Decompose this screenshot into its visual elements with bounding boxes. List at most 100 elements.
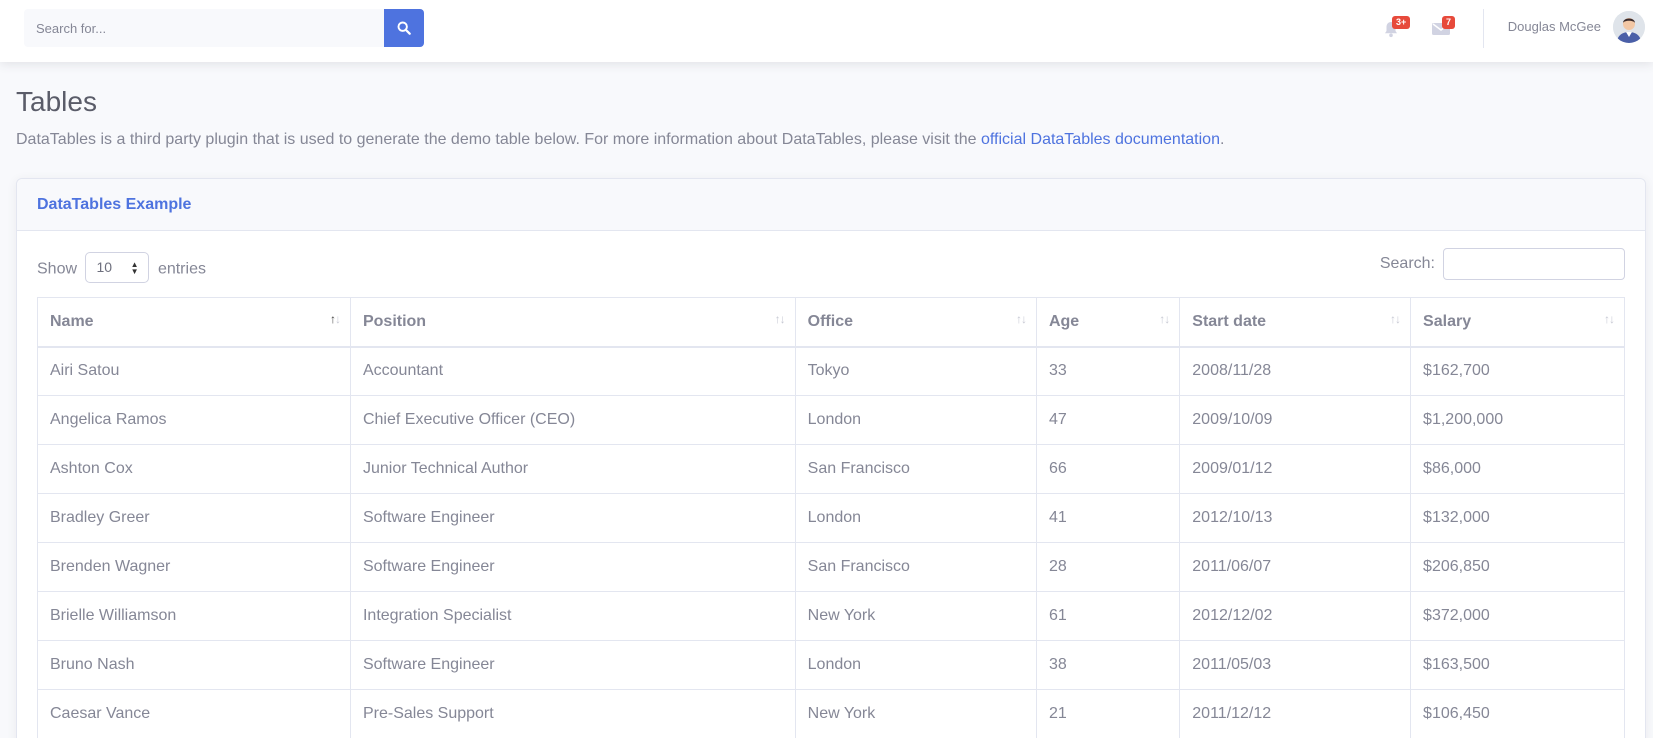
show-label: Show	[37, 260, 78, 278]
entries-label: entries	[157, 260, 206, 278]
table-cell: 2011/06/07	[1179, 542, 1412, 592]
table-cell: San Francisco	[794, 542, 1037, 592]
description-suffix: .	[1219, 131, 1225, 148]
alerts-badge: 3+	[1392, 16, 1411, 29]
table-cell: Software Engineer	[349, 640, 796, 690]
topbar: 3+ 7 Douglas McGee	[0, 0, 1653, 62]
table-cell: New York	[794, 689, 1037, 738]
table-cell: Airi Satou	[37, 346, 351, 396]
table-cell: Bradley Greer	[37, 493, 351, 543]
table-cell: $206,850	[1410, 542, 1625, 592]
table-cell: $132,000	[1410, 493, 1625, 543]
column-header-name[interactable]: Name ↑↓	[37, 297, 351, 348]
column-header-office[interactable]: Office ↑↓	[794, 297, 1037, 348]
table-cell: 66	[1035, 444, 1181, 494]
table-body: Airi Satou Accountant Tokyo 33 2008/11/28 $16…	[37, 346, 1625, 738]
table-cell: New York	[794, 591, 1037, 641]
page-description: DataTables is a third party plugin that …	[16, 131, 1224, 149]
table-cell: London	[794, 395, 1037, 445]
table-cell: Angelica Ramos	[37, 395, 351, 445]
table-cell: Tokyo	[794, 346, 1037, 396]
table-row: Bruno Nash Software Engineer London 38 2011/…	[37, 640, 1625, 690]
messages-dropdown[interactable]: 7	[1430, 16, 1456, 40]
table-cell: Bruno Nash	[37, 640, 351, 690]
table-cell: $163,500	[1410, 640, 1625, 690]
table-cell: 2008/11/28	[1179, 346, 1412, 396]
topbar-search	[24, 9, 424, 47]
table-cell: 33	[1035, 346, 1181, 396]
table-cell: $86,000	[1410, 444, 1625, 494]
table-cell: 28	[1035, 542, 1181, 592]
table-cell: Junior Technical Author	[349, 444, 796, 494]
column-header-position[interactable]: Position ↑↓	[349, 297, 796, 348]
table-cell: $1,200,000	[1410, 395, 1625, 445]
column-header-age[interactable]: Age ↑↓	[1035, 297, 1181, 348]
description-text: DataTables is a third party plugin that …	[16, 131, 981, 148]
table-cell: London	[794, 640, 1037, 690]
table-cell: Accountant	[349, 346, 796, 396]
table-cell: $162,700	[1410, 346, 1625, 396]
table-row: Airi Satou Accountant Tokyo 33 2008/11/28 $16…	[37, 346, 1625, 396]
column-header-label: Position	[362, 312, 427, 330]
messages-badge: 7	[1442, 16, 1456, 29]
column-header-label: Name	[50, 312, 94, 330]
table-cell: Pre-Sales Support	[349, 689, 796, 738]
table-cell: Brenden Wagner	[37, 542, 351, 592]
column-header-start-date[interactable]: Start date ↑↓	[1179, 297, 1412, 348]
table-row: Ashton Cox Junior Technical Author San Fra…	[37, 444, 1625, 494]
sort-icon: ↑↓	[1015, 312, 1027, 326]
table-cell: San Francisco	[794, 444, 1037, 494]
table-cell: Caesar Vance	[37, 689, 351, 738]
datatable-controls: Show 10 ▲ ▼ entries Search:	[37, 248, 1625, 283]
table-cell: 38	[1035, 640, 1181, 690]
filter-label: Search:	[1379, 255, 1435, 272]
table-cell: Brielle Williamson	[37, 591, 351, 641]
alerts-dropdown[interactable]: 3+	[1380, 16, 1411, 40]
table-cell: 47	[1035, 395, 1181, 445]
column-header-label: Office	[807, 312, 853, 330]
table-cell: 2011/12/12	[1179, 689, 1412, 738]
table-cell: 2011/05/03	[1179, 640, 1412, 690]
table-row: Caesar Vance Pre-Sales Support New York 21 2…	[37, 689, 1625, 738]
column-header-label: Age	[1048, 312, 1080, 330]
table-row: Angelica Ramos Chief Executive Officer (C…	[37, 395, 1625, 445]
column-header-salary[interactable]: Salary ↑↓	[1410, 297, 1625, 348]
entries-select[interactable]: 10 ▲ ▼	[85, 252, 150, 283]
card-header: DataTables Example	[17, 179, 1645, 231]
column-header-label: Salary	[1423, 312, 1472, 330]
table-cell: Software Engineer	[349, 493, 796, 543]
card-title: DataTables Example	[37, 195, 192, 213]
datatables-card: DataTables Example Show 10 ▲ ▼ entries Se…	[16, 178, 1646, 738]
sort-icon: ↑↓	[1159, 312, 1170, 326]
topbar-divider	[1483, 9, 1484, 48]
table-row: Brenden Wagner Software Engineer San Franc…	[37, 542, 1625, 592]
table-search-input[interactable]	[1443, 248, 1625, 280]
user-name[interactable]: Douglas McGee	[1508, 19, 1601, 34]
table-cell: 2012/10/13	[1179, 493, 1412, 543]
search-button[interactable]	[384, 9, 424, 47]
page-title: Tables	[16, 86, 97, 117]
datatables-docs-link[interactable]: official DataTables documentation	[981, 131, 1220, 148]
sort-icon: ↑↓	[329, 312, 341, 326]
search-input[interactable]	[24, 9, 384, 47]
sort-icon: ↑↓	[1390, 312, 1401, 326]
table-cell: 2009/10/09	[1179, 395, 1412, 445]
table-cell: $106,450	[1410, 689, 1625, 738]
table-cell: 2012/12/02	[1179, 591, 1412, 641]
table-cell: 41	[1035, 493, 1181, 543]
avatar[interactable]	[1613, 11, 1645, 43]
table-cell: 21	[1035, 689, 1181, 738]
length-control: Show 10 ▲ ▼ entries	[37, 252, 206, 285]
entries-select-value: 10	[96, 259, 113, 275]
table-row: Bradley Greer Software Engineer London 41 20…	[37, 493, 1625, 543]
table-cell: $372,000	[1410, 591, 1625, 641]
select-caret-icon: ▲ ▼	[130, 260, 139, 276]
sort-icon: ↑↓	[774, 312, 786, 326]
table-cell: Chief Executive Officer (CEO)	[349, 395, 796, 445]
table-row: Brielle Williamson Integration Specialist…	[37, 591, 1625, 641]
data-table: Name ↑↓ Position ↑↓ Office ↑↓ Age ↑↓ Start date ↑…	[37, 297, 1625, 738]
user-avatar-icon	[1613, 11, 1645, 43]
table-cell: Integration Specialist	[349, 591, 796, 641]
column-header-label: Start date	[1192, 312, 1267, 330]
table-cell: Ashton Cox	[37, 444, 351, 494]
